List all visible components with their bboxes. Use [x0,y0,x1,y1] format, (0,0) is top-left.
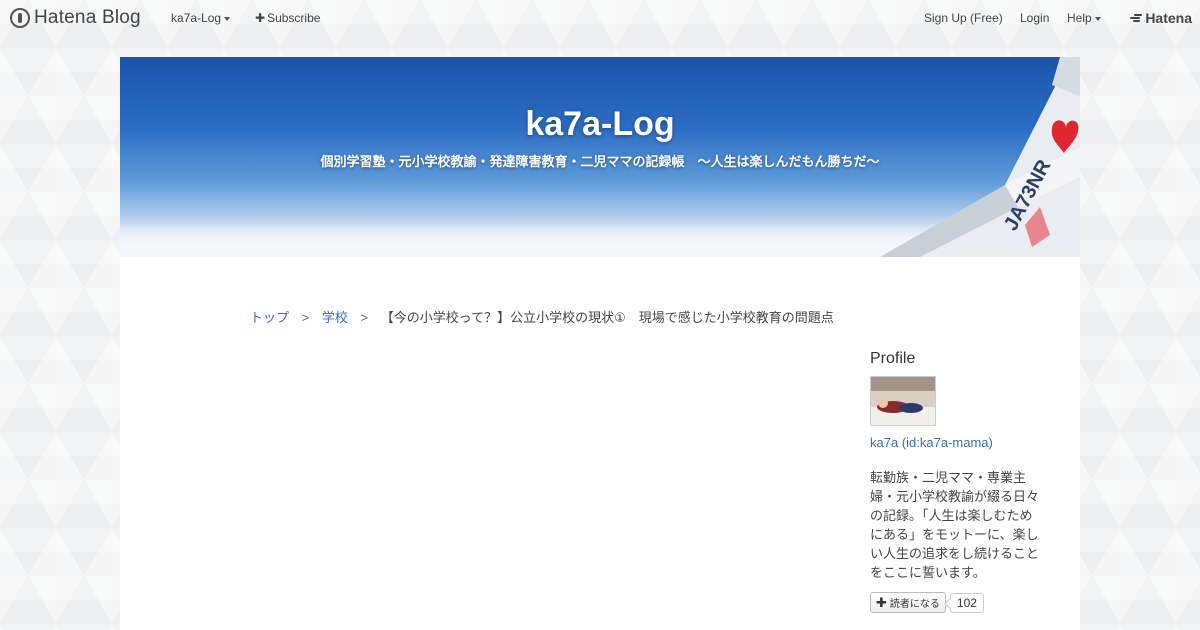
profile-name-link[interactable]: ka7a (id:ka7a-mama) [870,435,1042,450]
hatena-speed-lines-icon [1130,13,1143,23]
subscribe-button[interactable]: ✚ 読者になる [870,592,946,613]
main-content-panel: トップ > 学校 > 【今の小学校って？】公立小学校の現状① 現場で感じた小学校… [120,257,1080,630]
breadcrumb: トップ > 学校 > 【今の小学校って？】公立小学校の現状① 現場で感じた小学校… [250,307,834,326]
subscribe-button-label: 読者になる [889,599,940,610]
blog-menu-dropdown[interactable]: ka7a-Log [171,11,231,25]
caret-down-icon [224,16,231,21]
login-link[interactable]: Login [1020,11,1049,25]
hatena-blog-logo-icon [10,8,30,28]
blog-menu-label: ka7a-Log [171,11,222,25]
breadcrumb-current: 【今の小学校って？】公立小学校の現状① 現場で感じた小学校教育の問題点 [380,310,834,325]
help-dropdown[interactable]: Help [1067,11,1101,25]
subscribe-link[interactable]: ✚ Subscribe [255,11,320,25]
caret-down-icon [1094,16,1101,21]
hatena-brand-logo[interactable]: Hatena [1130,10,1192,26]
avatar-photo-icon [871,377,935,425]
breadcrumb-separator: > [360,310,369,325]
profile-description: 転勤族・二児ママ・専業主婦・元小学校教諭が綴る日々の記録。「人生は楽しむためにあ… [870,470,1040,580]
signup-link[interactable]: Sign Up (Free) [924,11,1003,25]
hatena-blog-logo[interactable]: Hatena Blog [10,7,141,29]
breadcrumb-school-link[interactable]: 学校 [322,310,348,325]
blog-title[interactable]: ka7a-Log [120,105,1080,144]
sidebar-profile: Profile ka7a (id:ka7a-mama) 転勤族・二児ママ・専業主… [870,350,1042,613]
subscribe-label: Subscribe [267,11,321,25]
subscribe-widget: ✚ 読者になる 102 [870,592,1042,613]
plus-icon: ✚ [876,594,887,610]
help-label: Help [1067,11,1092,25]
blog-header-banner: JA73NR ka7a-Log 個別学習塾・元小学校教諭・発達障害教育・二児ママ… [120,57,1080,257]
breadcrumb-separator: > [301,310,310,325]
global-header: Hatena Blog ka7a-Log ✚ Subscribe Sign Up … [0,0,1200,36]
blog-description: 個別学習塾・元小学校教諭・発達障害教育・二児ママの記録帳 〜人生は楽しんだもん勝… [320,154,880,169]
profile-heading: Profile [870,350,916,367]
breadcrumb-top-link[interactable]: トップ [250,310,289,325]
subscriber-count[interactable]: 102 [949,592,984,613]
plus-icon: ✚ [255,11,266,25]
hatena-brand-text: Hatena [1145,10,1192,26]
profile-avatar[interactable] [870,376,936,426]
logo-text: Hatena Blog [34,7,141,28]
